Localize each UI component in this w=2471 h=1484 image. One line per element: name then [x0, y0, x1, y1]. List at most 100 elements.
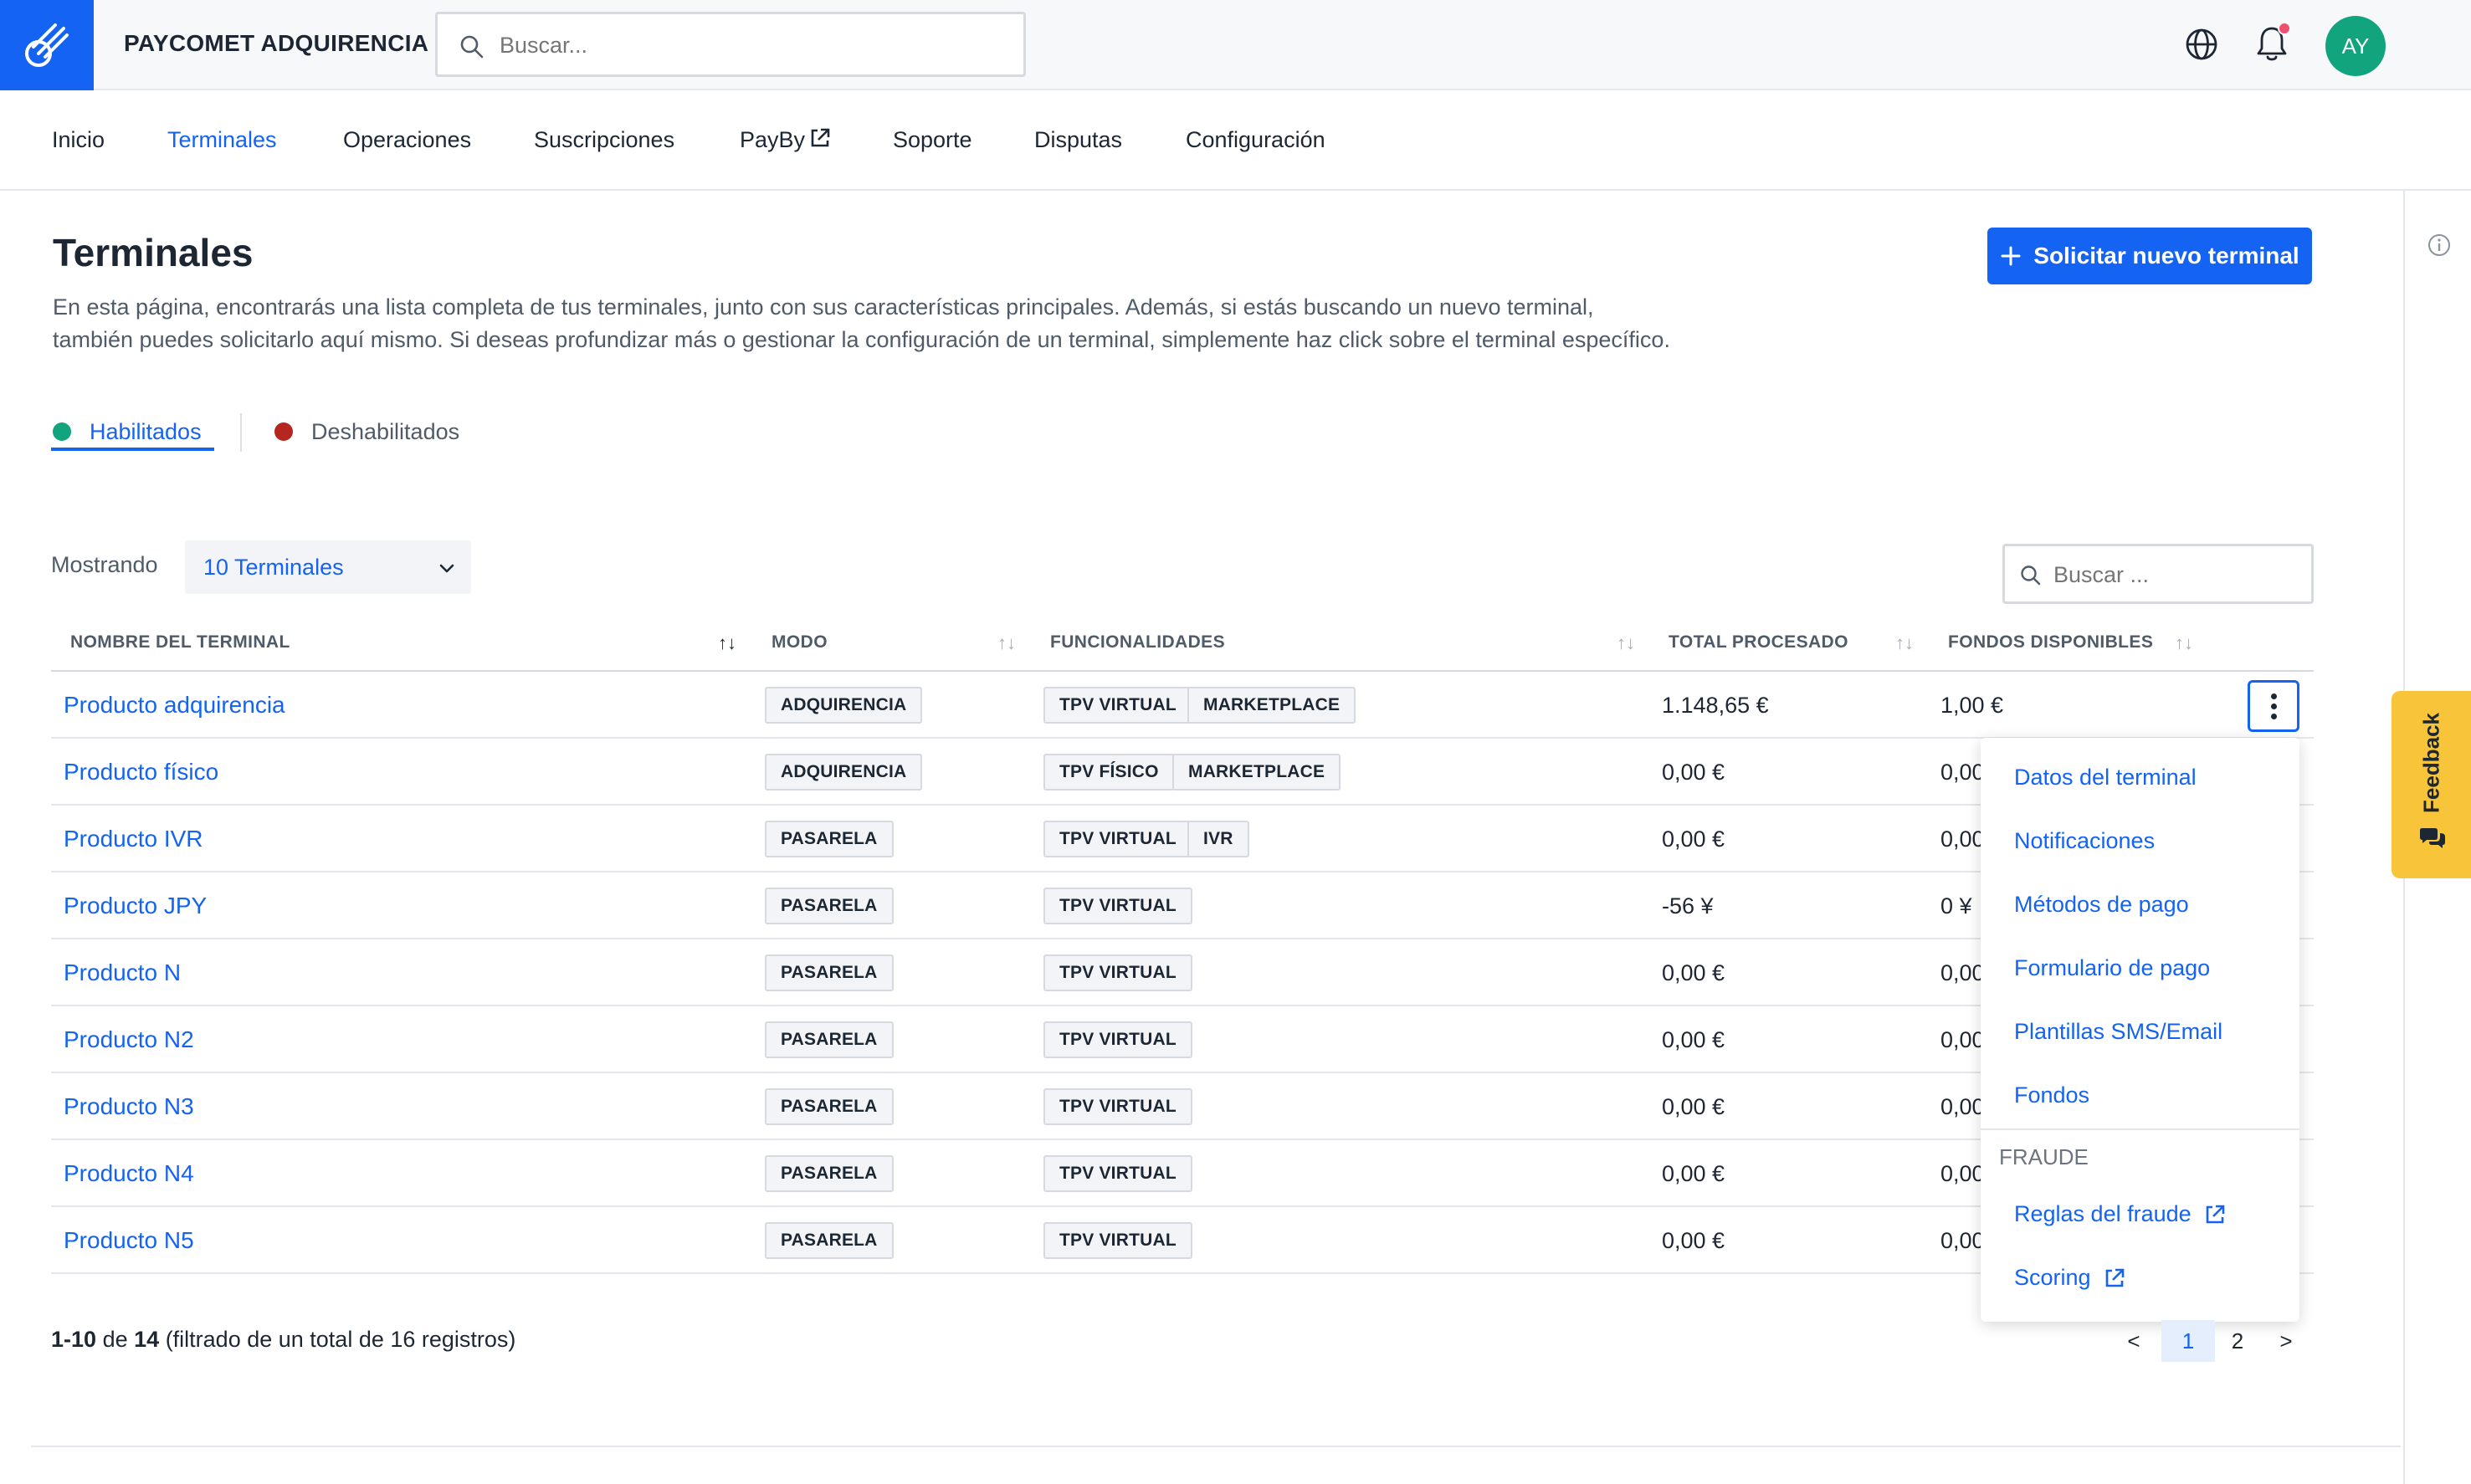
feature-badge: TPV VIRTUAL	[1043, 821, 1192, 857]
sort-name-icon[interactable]: ↑↓	[718, 632, 736, 654]
sort-mode-icon[interactable]: ↑↓	[997, 632, 1016, 654]
user-avatar[interactable]: AY	[2325, 16, 2386, 76]
table-row[interactable]: Producto N PASARELA TPV VIRTUAL 0,00 € 0…	[51, 939, 2314, 1006]
nav-terminales[interactable]: Terminales	[167, 127, 277, 153]
menu-divider	[1981, 1128, 2299, 1130]
menu-item-terminal-data[interactable]: Datos del terminal	[2014, 765, 2197, 791]
column-header-name[interactable]: NOMBRE DEL TERMINAL	[70, 632, 290, 652]
page-title: Terminales	[53, 231, 254, 274]
table-row[interactable]: Producto adquirencia ADQUIRENCIA TPV VIR…	[51, 672, 2314, 739]
menu-item-sms-email-templates[interactable]: Plantillas SMS/Email	[2014, 1019, 2222, 1045]
global-search[interactable]	[435, 12, 1026, 77]
tab-enabled-label: Habilitados	[90, 418, 202, 444]
feature-badge: TPV VIRTUAL	[1043, 954, 1192, 991]
page-size-value: 10 Terminales	[203, 554, 344, 580]
nav-soporte[interactable]: Soporte	[893, 127, 972, 153]
total-processed: 0,00 €	[1662, 1161, 1725, 1186]
terminal-name-link[interactable]: Producto N4	[64, 1160, 194, 1187]
menu-item-funds[interactable]: Fondos	[2014, 1082, 2089, 1108]
available-funds: 0,00	[1940, 760, 1985, 785]
total-processed: 0,00 €	[1662, 1094, 1725, 1119]
menu-item-payment-form[interactable]: Formulario de pago	[2014, 955, 2210, 981]
logo-icon	[25, 23, 69, 67]
menu-item-fraud-rules-label: Reglas del fraude	[2014, 1201, 2192, 1226]
column-header-features[interactable]: FUNCIONALIDADES	[1050, 632, 1225, 652]
menu-item-notifications[interactable]: Notificaciones	[2014, 828, 2155, 854]
feature-badge: TPV FÍSICO	[1043, 754, 1175, 791]
pagination-prev[interactable]: <	[2117, 1320, 2151, 1362]
table-row[interactable]: Producto N2 PASARELA TPV VIRTUAL 0,00 € …	[51, 1006, 2314, 1073]
column-header-funds[interactable]: FONDOS DISPONIBLES	[1948, 632, 2153, 652]
available-funds: 1,00 €	[1940, 693, 2004, 718]
table-row[interactable]: Producto N3 PASARELA TPV VIRTUAL 0,00 € …	[51, 1073, 2314, 1140]
pagination-next[interactable]: >	[2269, 1320, 2303, 1362]
search-icon	[460, 35, 484, 59]
chevron-down-icon	[439, 564, 454, 573]
kebab-dot	[2270, 703, 2277, 709]
table-search-input[interactable]	[2053, 560, 2296, 590]
nav-configuracion[interactable]: Configuración	[1186, 127, 1325, 153]
column-header-mode[interactable]: MODO	[772, 632, 828, 652]
terminal-name-link[interactable]: Producto IVR	[64, 826, 203, 852]
feature-badge: MARKETPLACE	[1172, 754, 1341, 791]
search-icon	[2021, 565, 2041, 586]
kebab-dot	[2270, 713, 2277, 719]
available-funds: 0,00	[1940, 826, 1985, 852]
tab-enabled[interactable]: Habilitados	[53, 413, 202, 450]
table-search[interactable]	[2002, 544, 2314, 604]
total-processed: 0,00 €	[1662, 826, 1725, 852]
kebab-dot	[2270, 693, 2277, 699]
tab-disabled[interactable]: Deshabilitados	[274, 413, 459, 450]
table-row[interactable]: Producto físico ADQUIRENCIA TPV FÍSICO M…	[51, 739, 2314, 806]
menu-item-fraud-rules[interactable]: Reglas del fraude	[2014, 1201, 2227, 1227]
row-actions-kebab-button[interactable]	[2248, 680, 2299, 732]
plus-icon	[2001, 246, 2021, 266]
language-globe-icon[interactable]	[2184, 27, 2219, 66]
global-search-input[interactable]	[500, 29, 1002, 61]
terminal-name-link[interactable]: Producto N	[64, 959, 181, 986]
terminal-name-link[interactable]: Producto N2	[64, 1026, 194, 1053]
available-funds: 0 ¥	[1940, 893, 1972, 919]
terminal-name-link[interactable]: Producto JPY	[64, 893, 207, 919]
menu-item-scoring[interactable]: Scoring	[2014, 1265, 2126, 1291]
available-funds: 0,00	[1940, 960, 1985, 985]
pagination-page-2[interactable]: 2	[2219, 1320, 2256, 1362]
sort-funds-icon[interactable]: ↑↓	[2175, 632, 2193, 654]
terminal-name-link[interactable]: Producto N5	[64, 1227, 194, 1254]
feature-badge: IVR	[1187, 821, 1249, 857]
table-row[interactable]: Producto N5 PASARELA TPV VIRTUAL 0,00 € …	[51, 1207, 2314, 1274]
feedback-tab[interactable]: Feedback	[2392, 691, 2471, 878]
nav-inicio[interactable]: Inicio	[52, 127, 105, 153]
nav-operaciones[interactable]: Operaciones	[343, 127, 471, 153]
column-header-total[interactable]: TOTAL PROCESADO	[1669, 632, 1848, 652]
page-size-select[interactable]: 10 Terminales	[185, 540, 471, 594]
nav-suscripciones[interactable]: Suscripciones	[534, 127, 674, 153]
table-row[interactable]: Producto N4 PASARELA TPV VIRTUAL 0,00 € …	[51, 1140, 2314, 1207]
feature-badge: TPV VIRTUAL	[1043, 1222, 1192, 1259]
page-description: En esta página, encontrarás una lista co…	[53, 291, 1760, 356]
table-row[interactable]: Producto IVR PASARELA TPV VIRTUAL IVR 0,…	[51, 806, 2314, 872]
terminal-name-link[interactable]: Producto N3	[64, 1093, 194, 1120]
table-row[interactable]: Producto JPY PASARELA TPV VIRTUAL -56 ¥ …	[51, 872, 2314, 939]
footer-divider	[31, 1446, 2401, 1447]
feature-badge: TPV VIRTUAL	[1043, 1155, 1192, 1192]
total-processed: 0,00 €	[1662, 1027, 1725, 1052]
feature-badge: MARKETPLACE	[1187, 687, 1356, 724]
terminal-name-link[interactable]: Producto adquirencia	[64, 692, 285, 719]
nav-disputas[interactable]: Disputas	[1034, 127, 1122, 153]
paycomet-logo[interactable]	[0, 0, 94, 90]
active-tab-underline	[51, 448, 214, 451]
mode-badge: PASARELA	[765, 954, 894, 991]
records-filter-text: (filtrado de un total de 16 registros)	[165, 1327, 516, 1352]
sort-features-icon[interactable]: ↑↓	[1617, 632, 1635, 654]
sort-total-icon[interactable]: ↑↓	[1895, 632, 1914, 654]
info-icon[interactable]	[2427, 233, 2452, 262]
terminal-name-link[interactable]: Producto físico	[64, 759, 218, 785]
available-funds: 0,00	[1940, 1027, 1985, 1052]
page-description-line-2: también puedes solicitarlo aquí mismo. S…	[53, 327, 1670, 352]
request-new-terminal-button[interactable]: Solicitar nuevo terminal	[1987, 228, 2312, 284]
external-link-icon	[2206, 1205, 2224, 1223]
nav-payby[interactable]: PayBy	[740, 127, 832, 153]
pagination-page-1[interactable]: 1	[2161, 1320, 2215, 1362]
menu-item-payment-methods[interactable]: Métodos de pago	[2014, 892, 2189, 918]
